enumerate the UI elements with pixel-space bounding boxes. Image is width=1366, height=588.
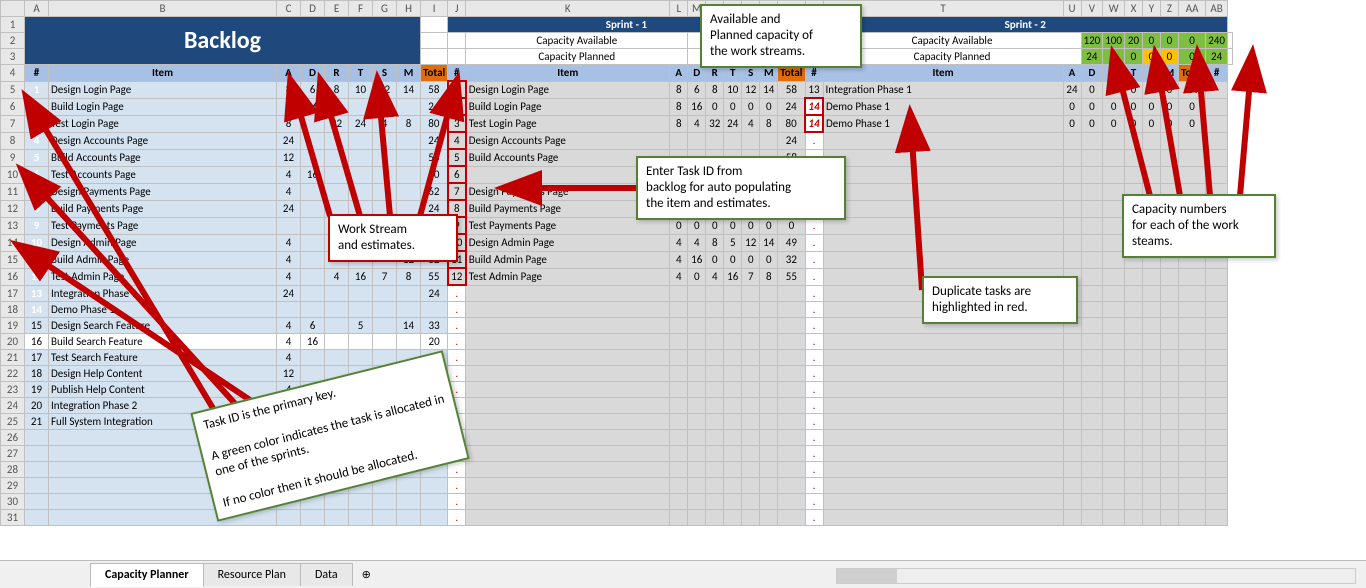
backlog-item[interactable]: Test Admin Page: [49, 268, 277, 285]
sprint1-id[interactable]: 1: [448, 81, 466, 98]
sprint1-id[interactable]: 2: [448, 98, 466, 115]
col-hdr[interactable]: A: [25, 1, 49, 17]
backlog-item[interactable]: Demo Phase 1: [49, 302, 277, 318]
callout-capacity: Available andPlanned capacity ofthe work…: [700, 4, 862, 68]
backlog-item[interactable]: Design Help Content: [49, 366, 277, 382]
sprint1b-id[interactable]: 13: [805, 81, 823, 98]
backlog-id[interactable]: 10: [25, 234, 49, 251]
backlog-id[interactable]: 15: [25, 318, 49, 334]
backlog-id[interactable]: 18: [25, 366, 49, 382]
backlog-id[interactable]: 2: [25, 98, 49, 115]
backlog-id[interactable]: 14: [25, 302, 49, 318]
sprint1-id[interactable]: 5: [448, 149, 466, 166]
backlog-id[interactable]: 16: [25, 334, 49, 350]
callout-duplicate: Duplicate tasks arehighlighted in red.: [922, 276, 1078, 324]
sprint1-id[interactable]: 6: [448, 166, 466, 183]
backlog-id[interactable]: 6: [25, 166, 49, 183]
backlog-id[interactable]: 3: [25, 115, 49, 132]
backlog-id[interactable]: 19: [25, 382, 49, 398]
backlog-id[interactable]: 11: [25, 251, 49, 268]
sprint1b-id[interactable]: 14: [805, 115, 823, 132]
backlog-item[interactable]: Build Payments Page: [49, 200, 277, 217]
col-hdr[interactable]: B: [49, 1, 277, 17]
tab-data[interactable]: Data: [300, 563, 353, 586]
backlog-item[interactable]: Test Login Page: [49, 115, 277, 132]
sprint1-id[interactable]: 7: [448, 183, 466, 200]
backlog-item[interactable]: Integration Phase 1: [49, 285, 277, 302]
sprint1-id[interactable]: 12: [448, 268, 466, 285]
backlog-item[interactable]: Build Login Page: [49, 98, 277, 115]
backlog-id[interactable]: 1: [25, 81, 49, 98]
backlog-item[interactable]: Design Admin Page: [49, 234, 277, 251]
tab-resource-plan[interactable]: Resource Plan: [203, 563, 301, 586]
backlog-id[interactable]: 7: [25, 183, 49, 200]
sprint2-title: Sprint - 2: [823, 17, 1227, 33]
backlog-item[interactable]: Build Search Feature: [49, 334, 277, 350]
tab-capacity-planner[interactable]: Capacity Planner: [90, 563, 204, 587]
backlog-title: Backlog: [25, 17, 421, 65]
backlog-item[interactable]: Test Search Feature: [49, 350, 277, 366]
add-sheet-button[interactable]: ⊕: [352, 564, 381, 585]
backlog-id[interactable]: 8: [25, 200, 49, 217]
backlog-id[interactable]: 21: [25, 414, 49, 430]
sprint1-id[interactable]: 3: [448, 115, 466, 132]
backlog-item[interactable]: Test Payments Page: [49, 217, 277, 234]
sprint1-id[interactable]: 4: [448, 132, 466, 149]
corner-cell[interactable]: [1, 1, 25, 17]
callout-taskid-enter: Enter Task ID frombacklog for auto popul…: [636, 156, 846, 220]
callout-capacity-numbers: Capacity numbersfor each of the workstea…: [1122, 194, 1276, 258]
backlog-item[interactable]: Design Accounts Page: [49, 132, 277, 149]
backlog-id[interactable]: 5: [25, 149, 49, 166]
backlog-item[interactable]: Build Accounts Page: [49, 149, 277, 166]
backlog-item[interactable]: Test Accounts Page: [49, 166, 277, 183]
backlog-item[interactable]: Design Search Feature: [49, 318, 277, 334]
backlog-id[interactable]: 12: [25, 268, 49, 285]
callout-workstream: Work Streamand estimates.: [328, 214, 458, 262]
backlog-item[interactable]: Publish Help Content: [49, 382, 277, 398]
backlog-id[interactable]: 4: [25, 132, 49, 149]
spreadsheet-grid[interactable]: A B C D E F G H I J K L M N O P Q R S T …: [0, 0, 1233, 526]
backlog-id[interactable]: 20: [25, 398, 49, 414]
sprint1b-id[interactable]: 14: [805, 98, 823, 115]
backlog-item[interactable]: Build Admin Page: [49, 251, 277, 268]
horizontal-scrollbar[interactable]: [836, 568, 1356, 584]
backlog-id[interactable]: 9: [25, 217, 49, 234]
backlog-item[interactable]: Design Payments Page: [49, 183, 277, 200]
backlog-id[interactable]: 17: [25, 350, 49, 366]
backlog-id[interactable]: 13: [25, 285, 49, 302]
backlog-item[interactable]: Design Login Page: [49, 81, 277, 98]
